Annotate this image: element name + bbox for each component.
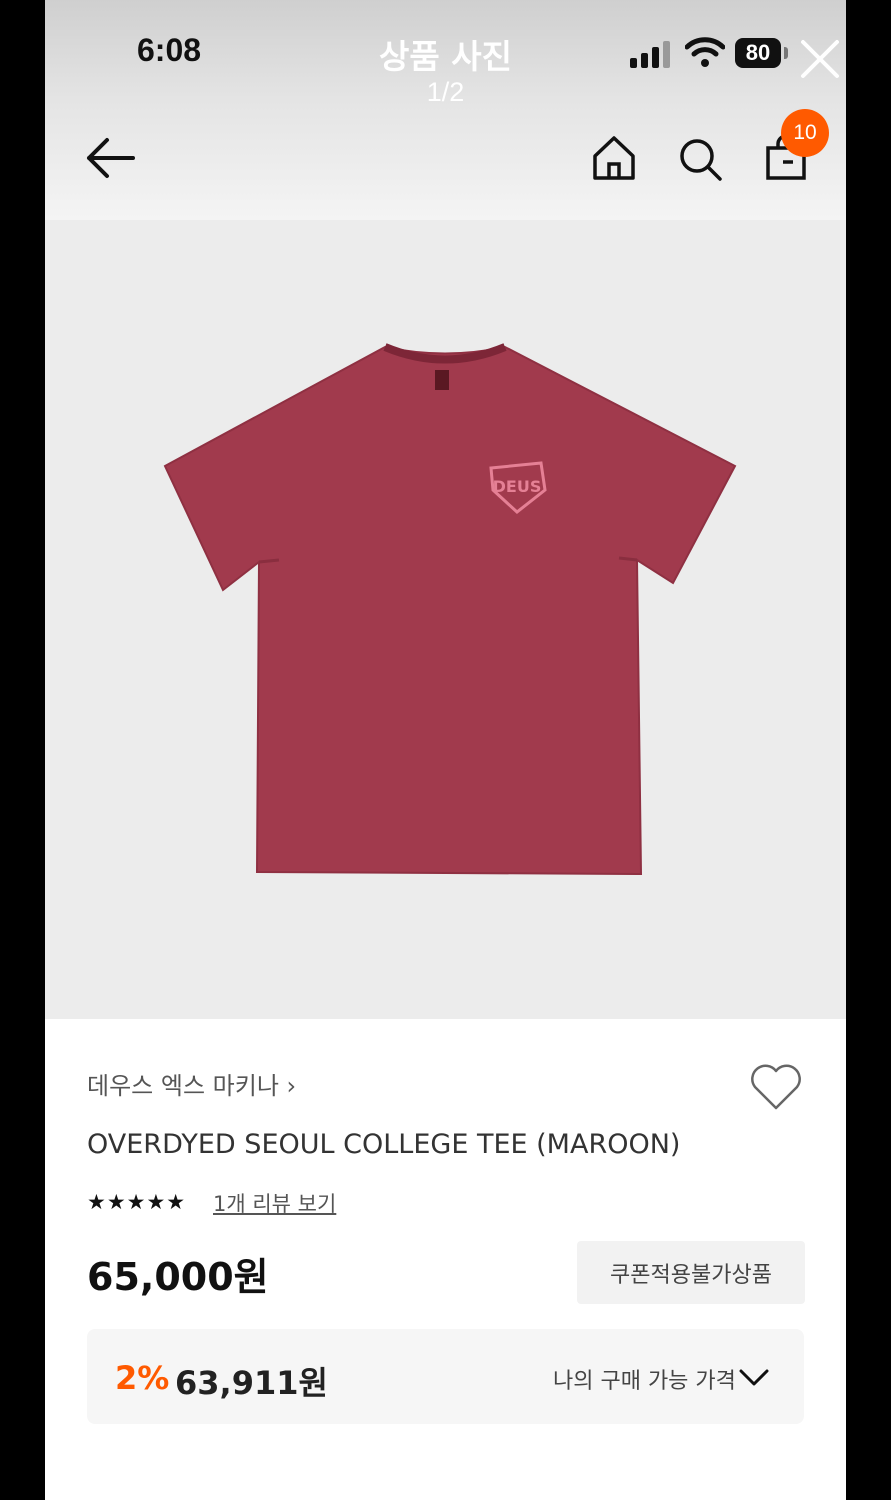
back-arrow-icon[interactable] [85,136,137,180]
chevron-down-icon [739,1369,769,1386]
my-price-dropdown[interactable]: 2% 63,911원 나의 구매 가능 가격 [87,1329,804,1424]
signal-icon [630,41,670,68]
tshirt-image: DEUS [163,343,737,876]
brand-link[interactable]: 데우스 엑스 마키나 › [87,1066,296,1101]
chevron-right-icon: › [286,1072,297,1100]
battery-indicator: 80 [735,38,781,68]
product-title: OVERDYED SEOUL COLLEGE TEE (MAROON) [87,1129,681,1160]
cart-count-badge: 10 [781,109,829,157]
battery-nub [784,47,788,59]
product-screen: 6:08 상품 사진 1/2 80 10 DEUS 데우스 엑스 마키나 › O… [45,0,846,1500]
photo-viewer-title: 상품 사진 [379,37,512,76]
search-icon[interactable] [677,134,723,182]
close-icon[interactable] [799,38,841,80]
shirt-logo: DEUS [493,477,542,496]
photo-counter: 1/2 [426,77,465,107]
discount-price: 63,911원 [175,1364,328,1402]
rating-stars: ★★★★★ [87,1190,187,1214]
brand-name: 데우스 엑스 마키나 [87,1072,279,1100]
discount-rate: 2% [115,1359,170,1397]
heart-icon[interactable] [749,1062,803,1112]
review-link[interactable]: 1개 리뷰 보기 [213,1188,336,1218]
my-price-label: 나의 구매 가능 가격 [553,1369,736,1394]
product-price: 65,000원 [87,1255,269,1299]
coupon-unavailable-badge: 쿠폰적용불가상품 [577,1241,805,1304]
home-icon[interactable] [591,134,637,182]
product-image[interactable]: DEUS [45,220,846,1019]
wifi-icon [685,37,725,67]
